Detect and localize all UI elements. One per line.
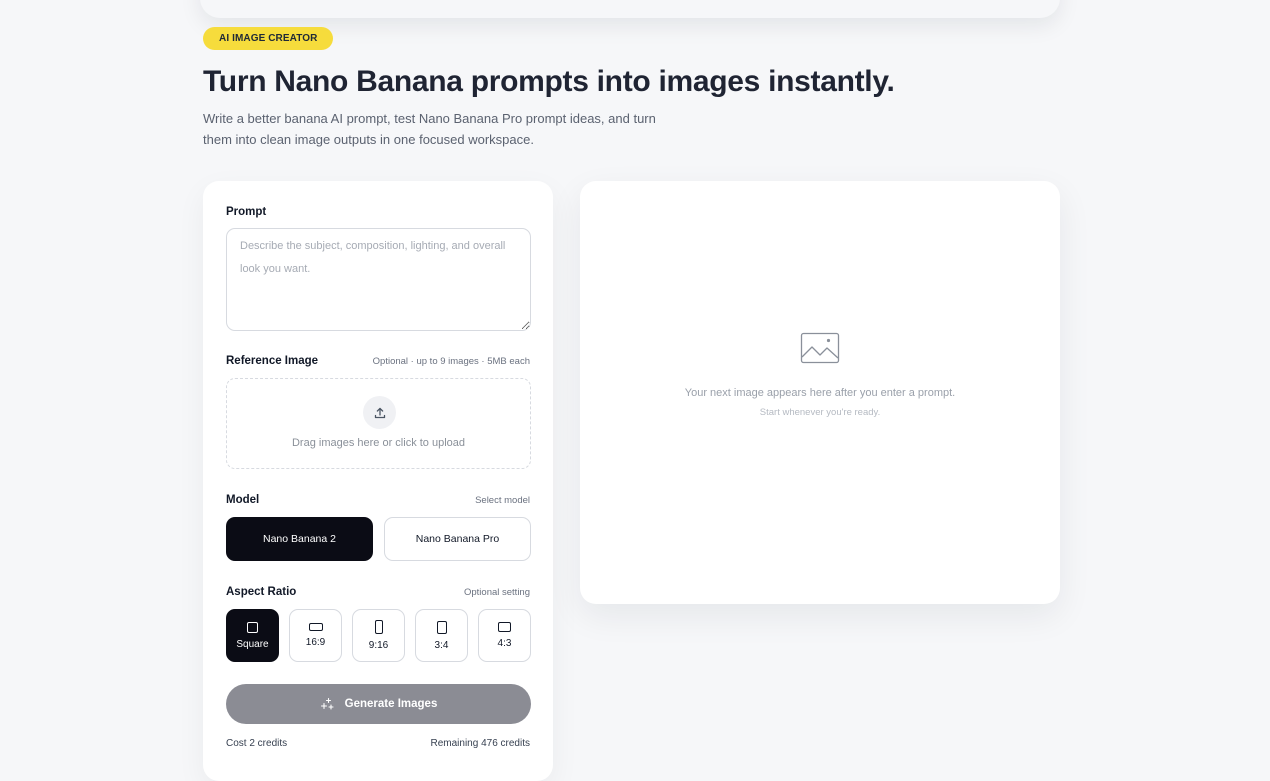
- ai-creator-badge: AI IMAGE CREATOR: [203, 27, 334, 50]
- reference-image-label: Reference Image: [226, 355, 319, 367]
- empty-state-subtitle: Start whenever you're ready.: [759, 407, 881, 418]
- hero-section: AI IMAGE CREATOR Turn Nano Banana prompt…: [203, 27, 1063, 150]
- image-preview-panel: Your next image appears here after you e…: [580, 181, 1060, 604]
- aspect-9-16-label: 9:16: [368, 640, 389, 651]
- sparkles-icon: [320, 697, 334, 710]
- model-label: Model: [226, 494, 260, 506]
- model-hint: Select model: [475, 495, 530, 506]
- aspect-4-3-button[interactable]: 4:3: [478, 609, 531, 662]
- aspect-9-16-button[interactable]: 9:16: [352, 609, 405, 662]
- cost-text: Cost 2 credits: [226, 738, 288, 749]
- aspect-3-4-button[interactable]: 3:4: [415, 609, 468, 662]
- portrait-ratio-icon: [436, 620, 447, 634]
- square-ratio-icon: [247, 621, 258, 633]
- upload-text: Drag images here or click to upload: [291, 437, 466, 449]
- page-title: Turn Nano Banana prompts into images ins…: [203, 65, 895, 98]
- aspect-square-button[interactable]: Square: [226, 609, 279, 662]
- landscape-ratio-icon: [498, 622, 511, 632]
- upload-dropzone[interactable]: Drag images here or click to upload: [226, 378, 531, 469]
- aspect-ratio-label: Aspect Ratio: [226, 586, 297, 598]
- page-subtitle: Write a better banana AI prompt, test Na…: [203, 111, 656, 147]
- aspect-ratio-hint: Optional setting: [463, 587, 530, 598]
- model-nano-banana-pro-button[interactable]: Nano Banana Pro: [384, 517, 531, 561]
- aspect-3-4-label: 3:4: [434, 639, 449, 651]
- aspect-4-3-label: 4:3: [497, 638, 512, 649]
- aspect-square-label: Square: [236, 638, 269, 650]
- reference-image-hint: Optional · up to 9 images · 5MB each: [372, 356, 530, 367]
- model-nano-banana-2-button[interactable]: Nano Banana 2: [226, 517, 373, 561]
- prompt-input[interactable]: [226, 228, 531, 331]
- portrait-tall-ratio-icon: [374, 620, 383, 634]
- aspect-16-9-label: 16:9: [305, 637, 326, 648]
- header-bar: [200, 0, 1060, 18]
- prompt-label: Prompt: [226, 206, 267, 218]
- empty-state-title: Your next image appears here after you e…: [684, 387, 956, 399]
- upload-icon: [363, 396, 396, 429]
- image-placeholder-icon: [800, 332, 840, 364]
- generate-images-label: Generate Images: [344, 698, 438, 710]
- landscape-wide-ratio-icon: [308, 623, 323, 631]
- aspect-16-9-button[interactable]: 16:9: [289, 609, 342, 662]
- remaining-credits-text: Remaining 476 credits: [430, 738, 531, 749]
- generator-form-card: Prompt Reference Image Optional · up to …: [203, 181, 553, 781]
- generate-images-button[interactable]: Generate Images: [226, 684, 531, 724]
